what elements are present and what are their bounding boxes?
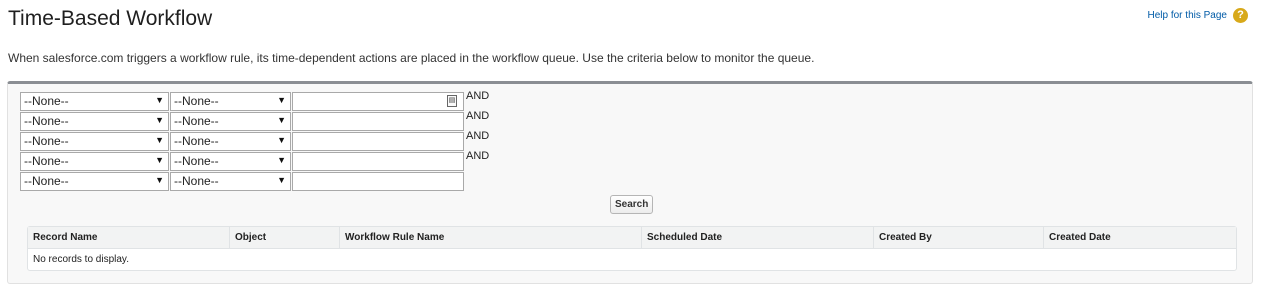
page-description: When salesforce.com triggers a workflow … (8, 51, 815, 65)
field-select-value: --None-- (24, 154, 69, 168)
operator-select-5[interactable]: --None-- ▼ (170, 172, 291, 191)
results-grid: Record Name Object Workflow Rule Name Sc… (28, 227, 1236, 270)
operator-select-1[interactable]: --None-- ▼ (170, 92, 291, 111)
table-header-row: Record Name Object Workflow Rule Name Sc… (28, 227, 1236, 249)
and-label: AND (466, 130, 490, 142)
criteria-row-5: --None-- ▼ --None-- ▼ (20, 172, 464, 191)
and-label: AND (466, 90, 490, 102)
help-link[interactable]: Help for this Page (1148, 10, 1228, 21)
value-input-5[interactable] (292, 172, 464, 191)
criteria-row-2: --None-- ▼ --None-- ▼ AND (20, 110, 490, 131)
operator-select-3[interactable]: --None-- ▼ (170, 132, 291, 151)
column-header-created-date[interactable]: Created Date (1043, 227, 1236, 249)
results-table: Record Name Object Workflow Rule Name Sc… (27, 226, 1237, 271)
operator-select-value: --None-- (174, 94, 219, 108)
field-select-value: --None-- (24, 174, 69, 188)
value-input-4[interactable] (292, 152, 464, 171)
field-select-value: --None-- (24, 134, 69, 148)
criteria-row-3: --None-- ▼ --None-- ▼ AND (20, 130, 490, 151)
criteria-panel: --None-- ▼ --None-- ▼ ▤ AND --None-- ▼ -… (7, 81, 1253, 284)
value-input-3[interactable] (292, 132, 464, 151)
dropdown-arrow-icon: ▼ (277, 175, 286, 185)
and-label: AND (466, 150, 490, 162)
field-select-1[interactable]: --None-- ▼ (20, 92, 169, 111)
operator-select-2[interactable]: --None-- ▼ (170, 112, 291, 131)
table-row: No records to display. (28, 249, 1236, 271)
help-icon[interactable]: ? (1233, 8, 1248, 23)
dropdown-arrow-icon: ▼ (277, 115, 286, 125)
and-label: AND (466, 110, 490, 122)
calendar-lookup-icon[interactable]: ▤ (447, 95, 457, 107)
dropdown-arrow-icon: ▼ (155, 135, 164, 145)
column-header-workflow-rule-name[interactable]: Workflow Rule Name (339, 227, 642, 249)
page-title: Time-Based Workflow (8, 7, 213, 30)
search-button[interactable]: Search (610, 195, 654, 214)
dropdown-arrow-icon: ▼ (155, 95, 164, 105)
operator-select-value: --None-- (174, 134, 219, 148)
dropdown-arrow-icon: ▼ (277, 155, 286, 165)
criteria-row-1: --None-- ▼ --None-- ▼ ▤ AND (20, 90, 490, 111)
dropdown-arrow-icon: ▼ (155, 175, 164, 185)
page: Time-Based Workflow Help for this Page ?… (0, 0, 1262, 292)
column-header-object[interactable]: Object (229, 227, 340, 249)
operator-select-4[interactable]: --None-- ▼ (170, 152, 291, 171)
value-input-1[interactable]: ▤ (292, 92, 464, 111)
operator-select-value: --None-- (174, 114, 219, 128)
field-select-3[interactable]: --None-- ▼ (20, 132, 169, 151)
dropdown-arrow-icon: ▼ (277, 135, 286, 145)
empty-message: No records to display. (33, 254, 129, 265)
field-select-4[interactable]: --None-- ▼ (20, 152, 169, 171)
field-select-2[interactable]: --None-- ▼ (20, 112, 169, 131)
field-select-5[interactable]: --None-- ▼ (20, 172, 169, 191)
field-select-value: --None-- (24, 94, 69, 108)
criteria-row-4: --None-- ▼ --None-- ▼ AND (20, 150, 490, 171)
field-select-value: --None-- (24, 114, 69, 128)
column-header-created-by[interactable]: Created By (873, 227, 1044, 249)
dropdown-arrow-icon: ▼ (277, 95, 286, 105)
column-header-record-name[interactable]: Record Name (28, 227, 230, 249)
dropdown-arrow-icon: ▼ (155, 155, 164, 165)
dropdown-arrow-icon: ▼ (155, 115, 164, 125)
operator-select-value: --None-- (174, 174, 219, 188)
help-area: Help for this Page ? (1148, 8, 1248, 23)
column-header-scheduled-date[interactable]: Scheduled Date (641, 227, 874, 249)
value-input-2[interactable] (292, 112, 464, 131)
operator-select-value: --None-- (174, 154, 219, 168)
